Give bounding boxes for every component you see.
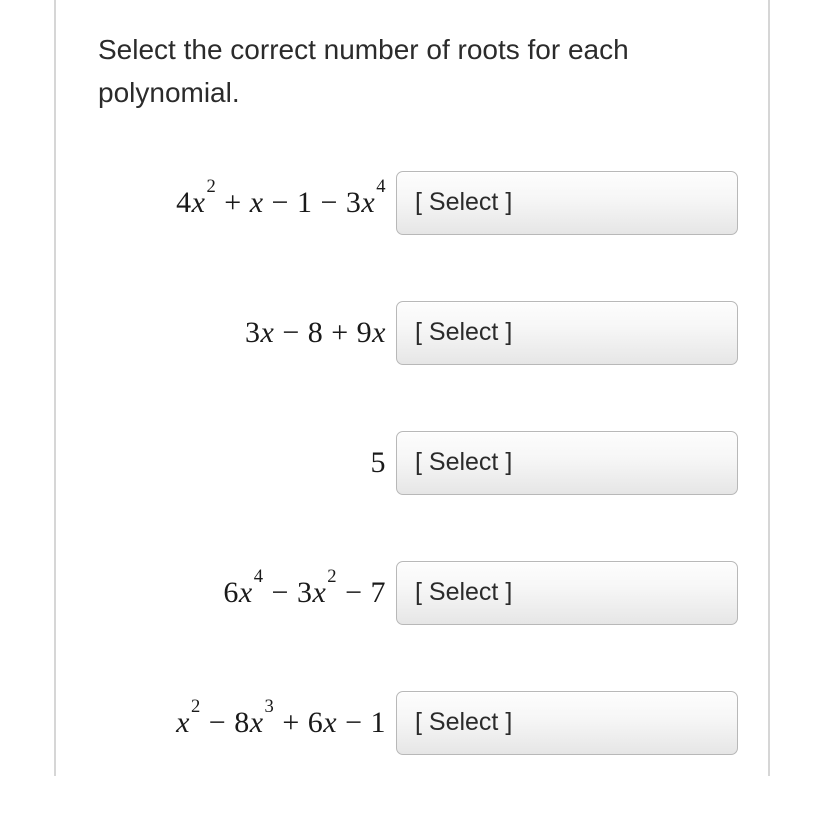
select-dropdown[interactable]: [ Select ] bbox=[396, 691, 738, 755]
polynomial-row: 4x2 + x − 1 − 3x4 [ Select ] bbox=[98, 171, 738, 235]
polynomial-expression: 3x − 8 + 9x bbox=[98, 316, 396, 350]
polynomial-row: 6x4 − 3x2 − 7 [ Select ] bbox=[98, 561, 738, 625]
polynomial-expression: 4x2 + x − 1 − 3x4 bbox=[98, 185, 396, 220]
question-content: Select the correct number of roots for e… bbox=[98, 28, 738, 821]
select-dropdown[interactable]: [ Select ] bbox=[396, 171, 738, 235]
polynomial-expression: 6x4 − 3x2 − 7 bbox=[98, 575, 396, 610]
select-dropdown[interactable]: [ Select ] bbox=[396, 431, 738, 495]
polynomial-row: 5 [ Select ] bbox=[98, 431, 738, 495]
select-dropdown[interactable]: [ Select ] bbox=[396, 301, 738, 365]
select-dropdown[interactable]: [ Select ] bbox=[396, 561, 738, 625]
polynomial-expression: 5 bbox=[98, 446, 396, 480]
question-prompt: Select the correct number of roots for e… bbox=[98, 28, 738, 115]
polynomial-expression: x2 − 8x3 + 6x − 1 bbox=[98, 705, 396, 740]
polynomial-row: 3x − 8 + 9x [ Select ] bbox=[98, 301, 738, 365]
polynomial-row: x2 − 8x3 + 6x − 1 [ Select ] bbox=[98, 691, 738, 755]
